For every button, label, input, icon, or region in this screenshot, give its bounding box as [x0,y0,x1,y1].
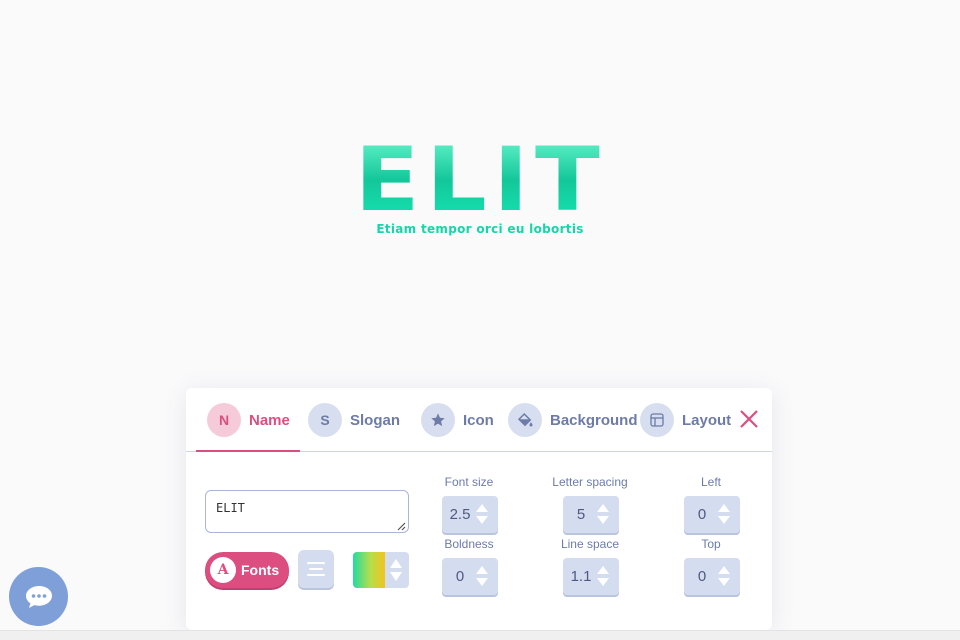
align-button[interactable] [298,550,334,588]
tab-name-label: Name [249,411,290,429]
layout-icon [640,403,674,437]
font-size-stepper[interactable]: 2.5 [442,496,498,533]
line-space-stepper[interactable]: 1.1 [563,558,619,595]
resize-grip-icon[interactable] [396,521,406,531]
line-space-value: 1.1 [570,568,592,585]
tab-slogan[interactable]: S Slogan [308,402,400,438]
tab-slogan-initial: S [308,403,342,437]
color-picker[interactable] [353,552,409,588]
fonts-letter-icon: A [210,557,236,583]
logo-name: ELIT [354,128,606,231]
font-size-value: 2.5 [449,506,471,523]
boldness-stepper[interactable]: 0 [442,558,498,595]
top-label: Top [701,537,721,551]
boldness-label: Boldness [444,537,494,551]
line-space-label: Line space [560,537,620,551]
fonts-button-label: Fonts [241,562,280,578]
tab-name[interactable]: N Name [207,402,290,438]
star-icon [421,403,455,437]
up-down-arrows-icon [390,559,402,581]
tab-background-label: Background [550,411,638,429]
top-value: 0 [697,568,707,585]
tab-icon-label: Icon [463,411,494,429]
up-down-arrows-icon [718,504,730,524]
letter-spacing-stepper[interactable]: 5 [563,496,619,533]
name-text-field[interactable]: ELIT [205,490,409,533]
tab-layout[interactable]: Layout [640,402,731,438]
up-down-arrows-icon [476,566,488,586]
boldness-value: 0 [455,568,465,585]
top-stepper[interactable]: 0 [684,558,740,595]
color-swatch [353,552,385,588]
letter-spacing-value: 5 [576,506,586,523]
paint-bucket-icon [508,403,542,437]
chat-button[interactable] [9,567,68,626]
left-label: Left [700,475,721,489]
chat-bubble-icon [25,585,52,608]
bottom-scrollbar [0,630,960,640]
tab-layout-label: Layout [682,411,732,429]
left-stepper[interactable]: 0 [684,496,740,533]
up-down-arrows-icon [718,566,730,586]
align-center-icon [307,562,325,576]
active-tab-indicator [196,450,300,452]
tab-bar: N Name S Slogan Icon Background Layout [186,388,772,452]
close-icon[interactable] [738,408,760,430]
tab-icon[interactable]: Icon [421,402,494,438]
tab-name-initial: N [207,403,241,437]
tab-background[interactable]: Background [508,402,638,438]
letter-spacing-label: Letter spacing [552,475,628,489]
tab-slogan-label: Slogan [350,411,401,429]
font-size-label: Font size [444,475,494,489]
editor-panel: N Name S Slogan Icon Background Layout E… [186,388,772,630]
up-down-arrows-icon [597,566,609,586]
logo-preview: ELIT Etiam tempor orci eu lobortis [0,128,960,237]
up-down-arrows-icon [476,504,488,524]
left-value: 0 [697,506,707,523]
up-down-arrows-icon [597,504,609,524]
fonts-button[interactable]: A Fonts [205,552,289,588]
